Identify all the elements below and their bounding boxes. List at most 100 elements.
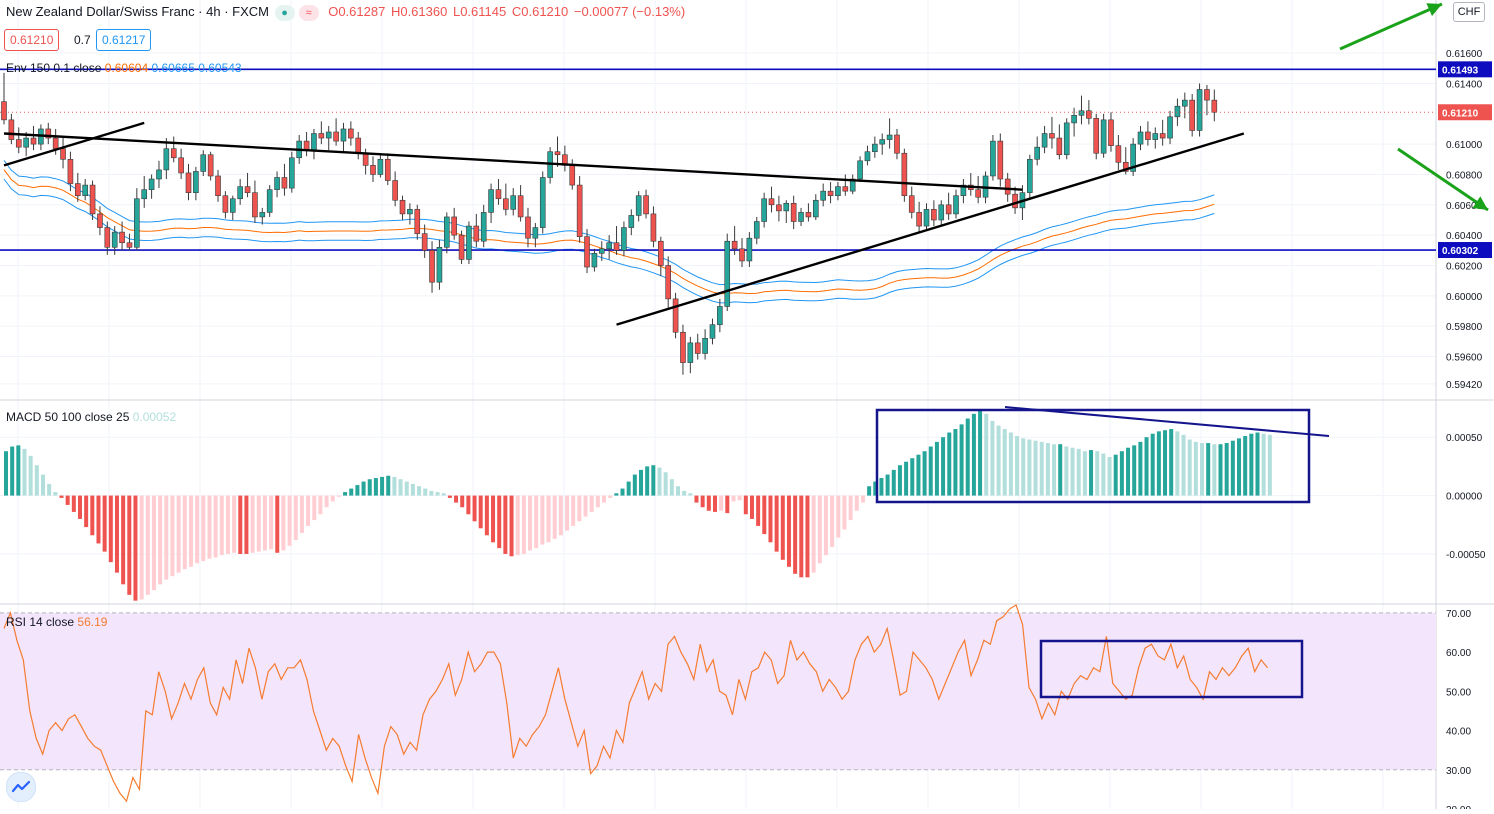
macd-bar [59, 495, 64, 498]
candle-body [370, 165, 376, 175]
candle [193, 166, 199, 201]
candle-body [1027, 158, 1033, 193]
macd-bar [1255, 432, 1260, 496]
candle [229, 195, 236, 220]
candle-body [643, 195, 649, 215]
data-source-icon[interactable]: ≈ [298, 4, 319, 21]
candle [141, 175, 148, 208]
candle-body [953, 195, 959, 215]
chart-root[interactable]: 0.61600 0.61400 0.61000 0.60800 0.60600 0.604… [0, 0, 1494, 814]
macd-bar [1126, 447, 1131, 496]
macd-bar [885, 474, 890, 496]
candle [613, 226, 620, 255]
candle [148, 174, 155, 199]
price-tick-label: 0.59600 [1446, 353, 1483, 364]
candle-body [274, 177, 280, 190]
candle-body [340, 128, 347, 142]
macd-bar [454, 495, 459, 503]
macd-bar [897, 465, 902, 496]
sell-price-button[interactable]: 0.61210 [4, 29, 60, 51]
candle-body [207, 154, 214, 177]
candle-body [1071, 115, 1077, 124]
candle-body [975, 189, 981, 198]
price-label-text: 0.61210 [1442, 108, 1479, 119]
symbol-title[interactable]: New Zealand Dollar/Swiss Franc · 4h · FX… [6, 4, 269, 19]
candle-body [82, 184, 88, 197]
macd-bar [756, 495, 761, 526]
candle-body [355, 137, 362, 154]
macd-bar [1181, 434, 1186, 496]
macd-histogram [4, 410, 1272, 601]
macd-bar [626, 481, 631, 496]
candle [200, 150, 207, 176]
macd-bar [121, 495, 126, 585]
candle-body [67, 158, 74, 184]
candle [783, 200, 790, 224]
candle-body [886, 134, 893, 140]
candle [798, 207, 804, 227]
candle-body [916, 212, 922, 227]
macd-bar [910, 458, 915, 496]
market-status-icon[interactable]: ● [274, 4, 295, 21]
tradingview-logo-icon[interactable] [6, 772, 36, 802]
currency-button[interactable]: CHF [1453, 2, 1485, 22]
macd-bar [71, 495, 76, 512]
candle-body [473, 225, 480, 242]
candle-body [458, 234, 465, 260]
candle [355, 131, 362, 160]
candle [1174, 98, 1181, 126]
candle [170, 136, 177, 163]
macd-bar [158, 495, 163, 585]
macd-bar [1089, 450, 1094, 496]
macd-bar [916, 454, 921, 496]
candle [75, 172, 81, 202]
macd-bar [947, 432, 952, 496]
candle [849, 174, 856, 195]
candle-body [1063, 122, 1070, 156]
macd-legend[interactable]: MACD 50 100 close 25 0.00052 [6, 410, 176, 424]
macd-bar [793, 495, 798, 574]
macd-bar [269, 495, 274, 550]
macd-bar [373, 478, 378, 496]
macd-bar [860, 495, 865, 503]
candle-body [333, 131, 339, 142]
macd-bar [84, 495, 89, 528]
ohlc-close: C0.61210 [511, 4, 569, 19]
candle-body [525, 216, 531, 239]
macd-bar [589, 495, 594, 512]
macd-bar [608, 495, 613, 498]
candle [480, 204, 487, 248]
candle-body [325, 131, 332, 139]
macd-bar [16, 445, 21, 496]
macd-bar [324, 495, 329, 508]
candle-body [650, 213, 657, 242]
macd-bar [398, 479, 403, 496]
macd-bar [423, 488, 428, 496]
candle [628, 209, 635, 236]
macd-bar [238, 495, 243, 554]
candle-body [761, 198, 767, 222]
candle [503, 183, 509, 216]
candle [842, 174, 849, 196]
candle [1137, 125, 1144, 151]
candle-body [539, 177, 546, 228]
macd-bar [127, 495, 132, 595]
candle [1041, 125, 1048, 154]
candle-body [768, 198, 775, 206]
macd-bar [682, 490, 687, 496]
macd-bar [848, 495, 853, 521]
envelope-legend[interactable]: Env 150 0.1 close 0.60604 0.60665 0.6054… [6, 61, 242, 75]
macd-bar [546, 495, 551, 543]
candles [1, 72, 1218, 375]
macd-tick-label: 0.00000 [1446, 492, 1483, 503]
rsi-legend[interactable]: RSI 14 close 56.19 [6, 615, 107, 629]
candle [820, 183, 826, 207]
candle-body [1159, 133, 1166, 139]
buy-price-button[interactable]: 0.61217 [96, 29, 152, 51]
ohlc-high: H0.61360 [390, 4, 448, 19]
chart-canvas[interactable]: 0.616000.614000.610000.608000.606000.604… [0, 0, 1494, 814]
candle [702, 329, 708, 360]
last-price-label: 0.61210 [1438, 104, 1492, 121]
candle [399, 195, 406, 220]
price-tick-label: 0.59800 [1446, 322, 1483, 333]
